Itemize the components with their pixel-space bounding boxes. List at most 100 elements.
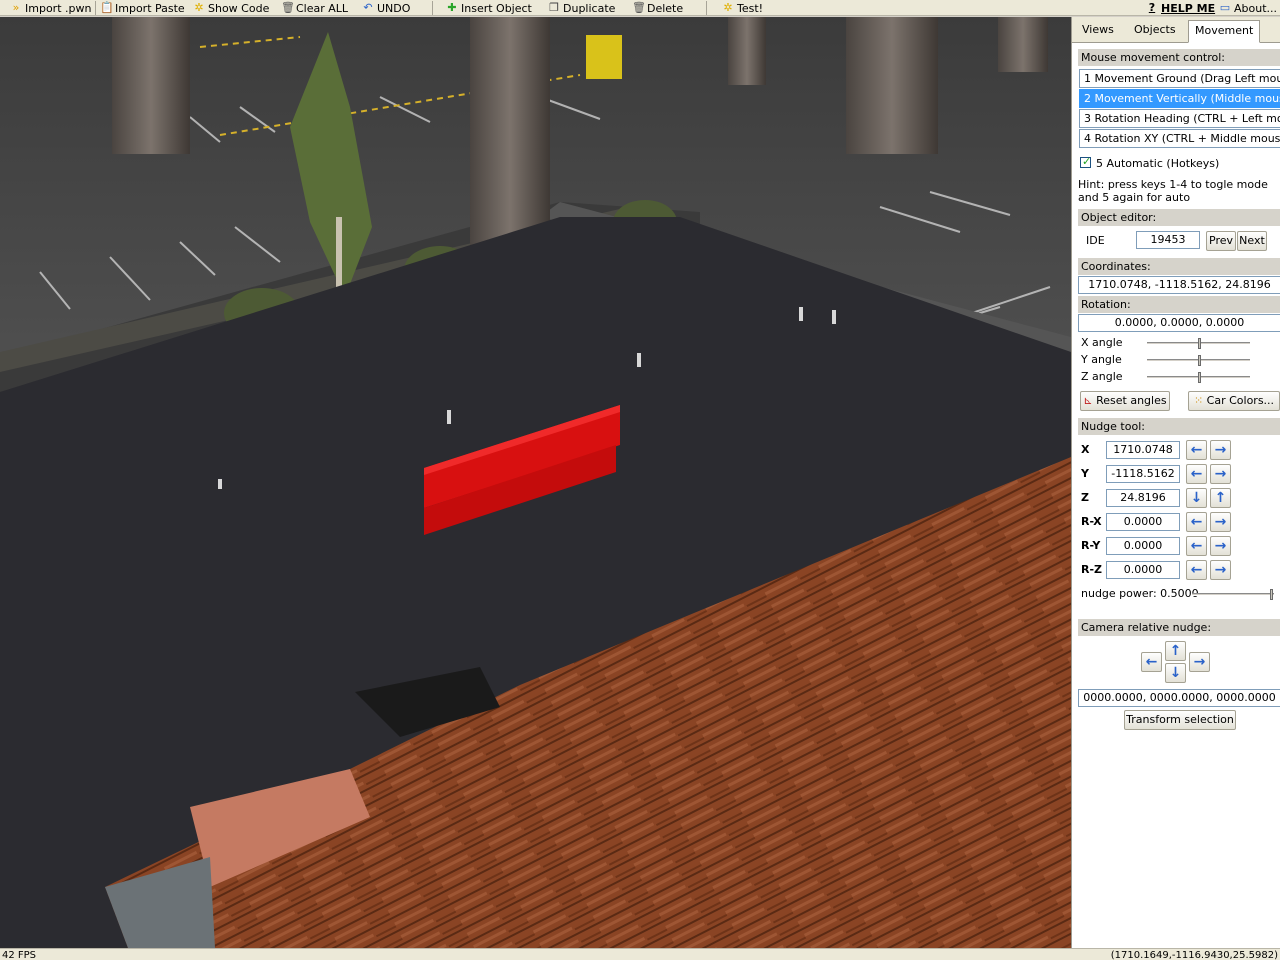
arrow-up-icon: ↑ — [1214, 490, 1227, 506]
movement-mode-ground[interactable]: 1 Movement Ground (Drag Left mouse) — [1079, 69, 1280, 88]
tab-movement[interactable]: Movement — [1188, 20, 1261, 43]
x-angle-label: X angle — [1081, 336, 1123, 349]
help-icon: ? — [1148, 1, 1156, 14]
duplicate-icon: ❐ — [549, 1, 559, 14]
movement-mode-vertical[interactable]: 2 Movement Vertically (Middle mouse) — [1079, 89, 1280, 108]
movement-mode-heading[interactable]: 3 Rotation Heading (CTRL + Left mouse) — [1079, 109, 1280, 128]
import-pwn-button[interactable]: » Import .pwn — [10, 0, 92, 16]
nudge-z-field[interactable]: 24.8196 — [1106, 489, 1180, 507]
panel-tabs: Views Objects Movement — [1072, 17, 1280, 43]
nudge-r-z-field[interactable]: 0.0000 — [1106, 561, 1180, 579]
arrow-right-icon: → — [1214, 514, 1227, 530]
status-bar: 42 FPS (1710.1649,-1116.9430,25.5982) — [0, 948, 1280, 960]
duplicate-button[interactable]: ❐ Duplicate — [548, 0, 615, 16]
nudge-z-decrease-button[interactable]: ↓ — [1186, 488, 1207, 508]
camera-nudge-left-button[interactable]: ← — [1141, 652, 1162, 672]
nudge-r-x-increase-button[interactable]: → — [1210, 512, 1231, 532]
nudge-r-z-label: R-Z — [1081, 563, 1103, 576]
window-icon: ▭ — [1219, 1, 1231, 14]
arrow-left-icon: ← — [1190, 562, 1203, 578]
tab-views[interactable]: Views — [1076, 20, 1120, 42]
prev-button[interactable]: Prev — [1206, 231, 1236, 251]
nudge-r-y-field[interactable]: 0.0000 — [1106, 537, 1180, 555]
y-angle-slider[interactable] — [1147, 355, 1250, 366]
test-label: Test! — [737, 1, 764, 15]
insert-object-button[interactable]: ✚ Insert Object — [446, 0, 532, 16]
coordinates-field[interactable]: 1710.0748, -1118.5162, 24.8196 — [1078, 276, 1280, 294]
nudge-power-slider[interactable] — [1192, 589, 1274, 600]
nudge-z-increase-button[interactable]: ↑ — [1210, 488, 1231, 508]
arrow-right-icon: → — [1214, 466, 1227, 482]
z-angle-slider[interactable] — [1147, 372, 1250, 383]
trash-icon: 🗑 — [632, 1, 646, 14]
nudge-x-field[interactable]: 1710.0748 — [1106, 441, 1180, 459]
arrow-down-icon: ↓ — [1190, 490, 1203, 506]
nudge-x-increase-button[interactable]: → — [1210, 440, 1231, 460]
auto-checkbox[interactable] — [1080, 155, 1091, 168]
undo-button[interactable]: ↶ UNDO — [362, 0, 410, 16]
import-paste-button[interactable]: 📋 Import Paste — [100, 0, 185, 16]
auto-label: 5 Automatic (Hotkeys) — [1096, 157, 1220, 170]
camera-nudge-right-button[interactable]: → — [1189, 652, 1210, 672]
nudge-r-z-decrease-button[interactable]: ← — [1186, 560, 1207, 580]
import-arrow-icon: » — [12, 1, 20, 14]
nudge-y-field[interactable]: -1118.5162 — [1106, 465, 1180, 483]
about-button[interactable]: ▭ About... — [1219, 0, 1277, 16]
next-button[interactable]: Next — [1237, 231, 1267, 251]
nudge-r-z-increase-button[interactable]: → — [1210, 560, 1231, 580]
import-paste-label: Import Paste — [115, 1, 185, 15]
movement-mode-list: 1 Movement Ground (Drag Left mouse) 2 Mo… — [1079, 69, 1280, 149]
show-code-button[interactable]: ✲ Show Code — [193, 0, 269, 16]
movement-mode-rotation-xy[interactable]: 4 Rotation XY (CTRL + Middle mouse) — [1079, 129, 1280, 148]
undo-icon: ↶ — [363, 1, 373, 14]
test-button[interactable]: ✲ Test! — [722, 0, 763, 16]
rotation-field[interactable]: 0.0000, 0.0000, 0.0000 — [1078, 314, 1280, 332]
about-label: About... — [1234, 1, 1278, 15]
trash-icon: 🗑 — [281, 1, 295, 14]
tab-objects[interactable]: Objects — [1128, 20, 1182, 42]
arrow-right-icon: → — [1214, 538, 1227, 554]
car-colors-button[interactable]: ⁙ Car Colors... — [1188, 391, 1280, 411]
paste-icon: 📋 — [100, 1, 114, 14]
camera-nudge-field[interactable]: 0000.0000, 0000.0000, 0000.0000 — [1078, 689, 1280, 707]
arrow-right-icon: → — [1214, 442, 1227, 458]
help-me-button[interactable]: ? HELP ME — [1146, 0, 1215, 16]
nudge-r-x-decrease-button[interactable]: ← — [1186, 512, 1207, 532]
z-angle-label: Z angle — [1081, 370, 1123, 383]
arrow-right-icon: → — [1193, 654, 1206, 670]
arrow-up-icon: ↑ — [1169, 643, 1182, 659]
arrow-left-icon: ← — [1190, 466, 1203, 482]
nudge-x-decrease-button[interactable]: ← — [1186, 440, 1207, 460]
properties-panel: Views Objects Movement Mouse movement co… — [1071, 17, 1280, 948]
plus-icon: ✚ — [447, 1, 457, 14]
camera-nudge-down-button[interactable]: ↓ — [1165, 663, 1186, 683]
nudge-y-increase-button[interactable]: → — [1210, 464, 1231, 484]
ide-field[interactable]: 19453 — [1136, 231, 1200, 249]
y-angle-label: Y angle — [1081, 353, 1122, 366]
nudge-y-decrease-button[interactable]: ← — [1186, 464, 1207, 484]
nudge-r-y-increase-button[interactable]: → — [1210, 536, 1231, 556]
insert-object-label: Insert Object — [461, 1, 532, 15]
transform-selection-button[interactable]: Transform selection — [1124, 710, 1236, 730]
clear-all-button[interactable]: 🗑 Clear ALL — [281, 0, 348, 16]
car-colors-label: Car Colors... — [1206, 394, 1275, 407]
reset-angles-button[interactable]: ⊾ Reset angles — [1080, 391, 1170, 411]
reset-angles-label: Reset angles — [1096, 394, 1167, 407]
cursor-coordinates: (1710.1649,-1116.9430,25.5982) — [1110, 950, 1278, 960]
x-angle-slider[interactable] — [1147, 338, 1250, 349]
nudge-r-x-field[interactable]: 0.0000 — [1106, 513, 1180, 531]
import-pwn-label: Import .pwn — [25, 1, 92, 15]
arrow-left-icon: ← — [1145, 654, 1158, 670]
delete-button[interactable]: 🗑 Delete — [632, 0, 683, 16]
camera-nudge-up-button[interactable]: ↑ — [1165, 641, 1186, 661]
scene-render — [0, 17, 1071, 948]
show-code-label: Show Code — [208, 1, 270, 15]
fps-counter: 42 FPS — [2, 950, 37, 960]
help-me-label: HELP ME — [1161, 1, 1216, 15]
nudge-r-y-decrease-button[interactable]: ← — [1186, 536, 1207, 556]
arrow-left-icon: ← — [1190, 538, 1203, 554]
3d-viewport[interactable] — [0, 17, 1071, 948]
ide-label: IDE — [1086, 234, 1105, 247]
arrow-right-icon: → — [1214, 562, 1227, 578]
nudge-r-y-label: R-Y — [1081, 539, 1101, 552]
